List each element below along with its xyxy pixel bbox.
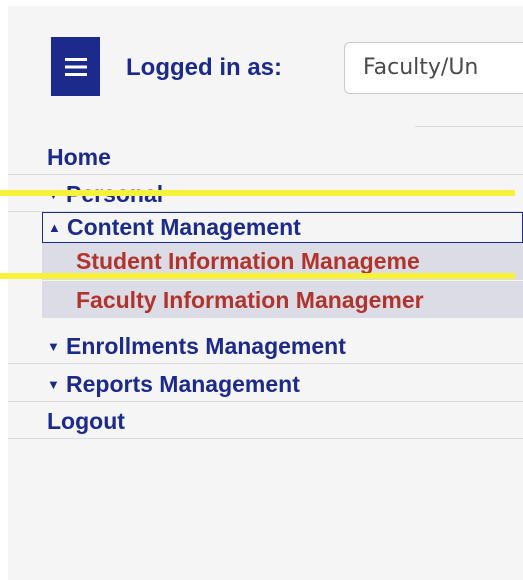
nav-item-personal[interactable]: ▼ Personal xyxy=(8,175,523,212)
hamburger-menu-icon xyxy=(64,57,87,76)
nav-item-home-label: Home xyxy=(47,144,111,170)
nav-item-personal-link: ▼ Personal xyxy=(47,181,163,208)
content-area: Logged in as: Faculty/Un Home ▼ Personal … xyxy=(8,6,523,580)
subnav-item-student-information-management[interactable]: Student Information Manageme xyxy=(42,243,523,281)
page-panel: Logged in as: Faculty/Un Home ▼ Personal … xyxy=(8,6,523,580)
logged-in-label: Logged in as: xyxy=(126,54,282,81)
nav-item-content-management-label: Content Management xyxy=(67,214,301,240)
role-select[interactable]: Faculty/Un xyxy=(344,42,523,94)
nav-item-reports-management[interactable]: ▼ Reports Management xyxy=(8,365,523,402)
nav-item-content-management-link: ▲ Content Management xyxy=(48,214,301,241)
subnav-item-student-information-management-label: Student Information Manageme xyxy=(76,248,420,274)
nav-item-content-management[interactable]: ▲ Content Management xyxy=(42,212,523,243)
menu-button[interactable] xyxy=(51,37,100,96)
caret-down-icon: ▼ xyxy=(47,377,60,392)
nav-item-enrollments-management-label: Enrollments Management xyxy=(66,333,346,359)
nav-item-personal-label: Personal xyxy=(66,181,164,207)
nav-item-logout-label: Logout xyxy=(47,408,125,434)
nav-item-home[interactable]: Home xyxy=(8,138,523,175)
nav-item-reports-management-label: Reports Management xyxy=(66,371,300,397)
subnav-item-faculty-information-management[interactable]: Faculty Information Managemer xyxy=(42,281,523,319)
nav-item-logout[interactable]: Logout xyxy=(8,402,523,439)
caret-up-icon: ▲ xyxy=(48,220,61,235)
header-divider xyxy=(415,126,523,127)
nav-item-reports-management-link: ▼ Reports Management xyxy=(47,371,300,398)
caret-down-icon: ▼ xyxy=(47,187,60,202)
nav-item-enrollments-management-link: ▼ Enrollments Management xyxy=(47,333,346,360)
caret-down-icon: ▼ xyxy=(47,339,60,354)
header: Logged in as: Faculty/Un xyxy=(8,6,523,127)
subnav-item-faculty-information-management-label: Faculty Information Managemer xyxy=(76,287,424,313)
nav-item-enrollments-management[interactable]: ▼ Enrollments Management xyxy=(8,327,523,364)
